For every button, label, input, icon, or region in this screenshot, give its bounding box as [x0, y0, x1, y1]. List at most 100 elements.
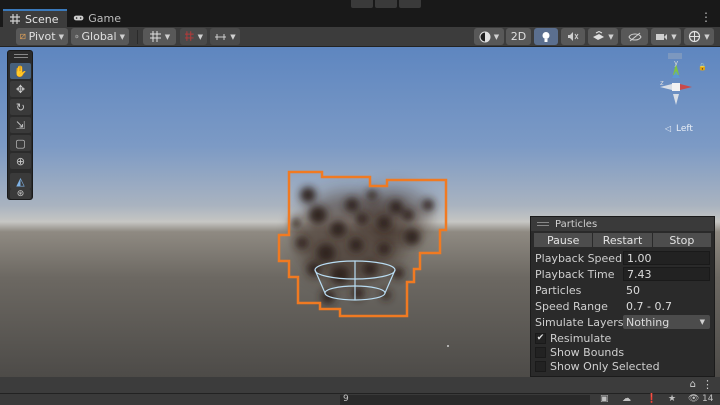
star-icon[interactable]: ★	[668, 394, 676, 404]
particles-playback-buttons: Pause Restart Stop	[534, 233, 711, 247]
restart-particles-button[interactable]: Restart	[593, 233, 653, 247]
more-menu-icon[interactable]: ⋮	[700, 11, 712, 23]
effects-dropdown[interactable]: ▼	[588, 28, 618, 45]
gamepad-icon	[73, 15, 84, 21]
particles-count-row: Particles 50	[531, 282, 714, 298]
playback-time-field[interactable]: 7.43	[623, 267, 710, 281]
transform-icon: ⊕	[15, 154, 26, 168]
draw-mode-dropdown[interactable]: ▼	[474, 28, 504, 45]
particles-overlay-panel: Particles Pause Restart Stop Playback Sp…	[530, 216, 715, 377]
scene-toolbar: Pivot ▼ Global ▼ ▼ ▼ ▼ ▼ 2D ▼ ▼ ▼	[0, 27, 720, 47]
visibility-count-icon[interactable]: 👁	[688, 394, 699, 404]
rect-tool[interactable]: ▢	[10, 135, 31, 151]
particles-count-value: 50	[626, 283, 640, 297]
show-only-selected-row[interactable]: Show Only Selected	[531, 358, 714, 374]
toggle-2d-button[interactable]: 2D	[506, 28, 531, 45]
playback-time-label: Playback Time	[535, 267, 615, 281]
grid-snap-icon	[149, 30, 161, 42]
svg-text:◁: ◁	[664, 124, 671, 133]
increment-snap-icon	[184, 31, 194, 41]
audio-toggle[interactable]	[561, 28, 585, 45]
chevron-down-icon: ▼	[493, 32, 500, 41]
tab-scene[interactable]: Scene	[3, 9, 67, 27]
rect-transform-icon: ▢	[15, 136, 26, 150]
camera-dropdown[interactable]: ▼	[651, 28, 681, 45]
camera-icon	[656, 33, 668, 40]
custom-tool-b[interactable]: ⊛	[10, 189, 31, 199]
pause-button[interactable]	[375, 0, 397, 8]
orientation-gizmo[interactable]: 🔒 y z ◁ Left	[632, 51, 712, 141]
more-menu-icon[interactable]: ⋮	[702, 378, 713, 391]
chevron-down-icon: ▼	[230, 32, 236, 41]
increment-snap-dropdown[interactable]: ▼	[180, 28, 207, 45]
visibility-count: 14	[702, 394, 714, 404]
simulate-layers-dropdown[interactable]: Nothing ▼	[623, 315, 710, 329]
info-icon[interactable]: ❗	[646, 394, 657, 404]
playback-speed-row: Playback Speed 1.00	[531, 250, 714, 266]
show-bounds-checkbox[interactable]	[535, 346, 546, 358]
global-dropdown[interactable]: Global ▼	[71, 28, 129, 45]
simulate-layers-value: Nothing	[626, 315, 670, 329]
drag-handle-icon[interactable]	[14, 54, 28, 58]
scale-tool[interactable]: ⇲	[10, 117, 31, 133]
chevron-down-icon: ▼	[119, 32, 125, 41]
playback-time-row: Playback Time 7.43	[531, 266, 714, 282]
transform-tool[interactable]: ⊕	[10, 153, 31, 169]
resimulate-checkbox[interactable]: ✔	[535, 332, 546, 344]
checkmark-icon: ✔	[536, 333, 545, 343]
lighting-toggle[interactable]	[534, 28, 558, 45]
hand-tool[interactable]: ✋	[10, 63, 31, 79]
pivot-icon	[20, 33, 26, 40]
scale-icon: ⇲	[15, 118, 26, 132]
rotate-tool[interactable]: ↻	[10, 99, 31, 115]
drag-handle-icon	[537, 222, 549, 226]
scene-grid-icon	[10, 14, 20, 24]
console-search-value: 9	[343, 394, 349, 404]
gizmo-view-label: Left	[676, 124, 693, 134]
global-label: Global	[81, 30, 117, 43]
particles-panel-title: Particles	[555, 218, 598, 230]
custom-tool-a[interactable]: ◭	[10, 173, 31, 189]
particles-panel-header[interactable]: Particles	[531, 217, 714, 231]
eye-hidden-icon	[627, 32, 642, 41]
move-tool[interactable]: ✥	[10, 81, 31, 97]
show-only-selected-checkbox[interactable]	[535, 360, 546, 372]
chevron-down-icon: ▼	[704, 32, 710, 41]
effects-layers-icon	[593, 31, 605, 40]
resimulate-label: Resimulate	[550, 331, 612, 345]
pause-particles-button[interactable]: Pause	[534, 233, 594, 247]
console-search-field[interactable]: 9	[340, 394, 590, 405]
pivot-dropdown[interactable]: Pivot ▼	[16, 28, 68, 45]
gizmos-dropdown[interactable]: ▼	[684, 28, 714, 45]
align-icon	[215, 33, 227, 40]
rotate-icon: ↻	[15, 100, 26, 114]
transform-tools-palette: ✋ ✥ ↻ ⇲ ▢ ⊕ ◭ ⊛	[7, 50, 33, 200]
globe-icon	[75, 34, 79, 39]
align-dropdown[interactable]: ▼	[210, 28, 240, 45]
grid-snap-dropdown[interactable]: ▼	[143, 28, 176, 45]
playback-speed-field[interactable]: 1.00	[623, 251, 710, 265]
notification-icon[interactable]: ▣	[600, 394, 609, 404]
axis-gizmo-icon: 🔒 y z ◁	[660, 53, 707, 133]
gizmo-globe-icon	[689, 30, 701, 43]
chevron-down-icon: ▼	[671, 32, 677, 41]
stop-particles-button[interactable]: Stop	[652, 233, 711, 247]
scene-viewport[interactable]: ✋ ✥ ↻ ⇲ ▢ ⊕ ◭ ⊛ 🔒 y z ◁ Left Particles P…	[0, 47, 720, 377]
cloud-icon[interactable]: ☁	[622, 394, 631, 404]
playback-speed-label: Playback Speed	[535, 251, 623, 265]
status-bar: 9 ▣ ☁ ❗ ★ 👁 14	[0, 393, 720, 405]
tab-scene-label: Scene	[25, 12, 59, 26]
toggle-2d-label: 2D	[510, 30, 527, 43]
step-button[interactable]	[399, 0, 421, 8]
chevron-down-icon: ▼	[699, 318, 705, 326]
visibility-toggle[interactable]	[621, 28, 648, 45]
play-button[interactable]	[351, 0, 373, 8]
speed-range-label: Speed Range	[535, 299, 608, 313]
speed-range-value: 0.7 - 0.7	[626, 299, 672, 313]
svg-text:z: z	[660, 79, 664, 87]
scene-bottom-bar: ⌂ ⋮	[0, 377, 720, 393]
tab-game[interactable]: Game	[67, 9, 127, 27]
chevron-down-icon: ▼	[164, 32, 171, 41]
svg-text:y: y	[674, 59, 678, 67]
lock-icon[interactable]: ⌂	[690, 379, 696, 390]
